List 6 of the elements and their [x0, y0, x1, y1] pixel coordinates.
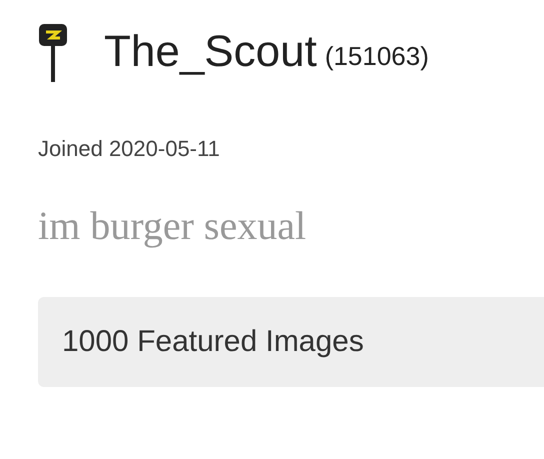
joined-date: Joined 2020-05-11 — [38, 136, 221, 162]
user-bio: im burger sexual — [38, 202, 308, 249]
user-points: (151063) — [324, 40, 429, 72]
username: The_Scout — [104, 27, 317, 77]
sign-icon — [38, 22, 68, 82]
featured-images-tab[interactable]: 1000 Featured Images — [38, 297, 544, 387]
